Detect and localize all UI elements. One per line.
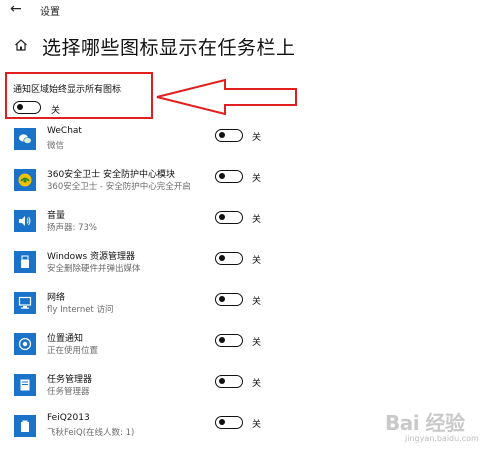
network-icon <box>14 292 36 314</box>
app-toggle-switch[interactable] <box>215 375 243 388</box>
task-manager-icon <box>14 374 36 396</box>
app-toggle-switch[interactable] <box>215 293 243 306</box>
app-description: 正在使用位置 <box>47 346 99 356</box>
app-description: 360安全卫士 - 安全防护中心完全开启 <box>47 182 191 192</box>
app-row: 任务管理器 任务管理器关 <box>0 370 500 411</box>
app-toggle-state: 关 <box>252 379 262 389</box>
master-toggle-state: 关 <box>51 106 61 116</box>
app-toggle-switch[interactable] <box>215 129 243 142</box>
app-toggle-switch[interactable] <box>215 416 243 429</box>
app-description: 任务管理器 <box>47 387 90 397</box>
app-toggle-state: 关 <box>252 297 262 307</box>
app-name: 音量 <box>47 211 66 221</box>
app-name: FeiQ2013 <box>47 413 90 423</box>
app-description: 扬声器: 73% <box>47 223 97 233</box>
app-row: 网络 fly Internet 访问 关 <box>0 288 500 329</box>
feiq-icon <box>14 415 36 437</box>
speaker-icon <box>14 210 36 232</box>
usb-icon <box>14 251 36 273</box>
app-name: 位置通知 <box>47 334 84 344</box>
app-toggle-switch[interactable] <box>215 211 243 224</box>
app-name: Windows 资源管理器 <box>47 252 136 262</box>
watermark-logo: Bai 经验 <box>385 411 465 435</box>
app-name: WeChat <box>47 126 82 136</box>
app-name: 网络 <box>47 293 66 303</box>
window-title: 设置 <box>40 7 60 18</box>
app-description: 飞秋FeiQ(在线人数: 1) <box>47 428 135 438</box>
wechat-icon <box>14 128 36 150</box>
annotation-arrow-icon <box>156 78 297 116</box>
app-description: 微信 <box>47 141 65 151</box>
app-toggle-switch[interactable] <box>215 170 243 183</box>
app-toggle-state: 关 <box>252 215 262 225</box>
app-name: 360安全卫士 安全防护中心模块 <box>47 170 176 180</box>
watermark-url: jingyan.baidu.com <box>405 434 479 443</box>
app-toggle-state: 关 <box>252 420 262 430</box>
home-icon <box>15 39 27 51</box>
app-toggle-state: 关 <box>252 174 262 184</box>
app-row: 位置通知正在使用位置 关 <box>0 329 500 370</box>
app-row: WeChat 微信 关 <box>0 124 500 165</box>
app-row: 音量扬声器: 73% 关 <box>0 206 500 247</box>
page-title: 选择哪些图标显示在任务栏上 <box>42 37 296 59</box>
app-toggle-switch[interactable] <box>215 252 243 265</box>
title-bar: ← 设置 <box>0 0 500 22</box>
location-icon <box>14 333 36 355</box>
master-toggle-switch[interactable] <box>13 101 41 114</box>
app-row: 360安全卫士 安全防护中心模块 360安全卫士 - 安全防护中心完全开启 关 <box>0 165 500 206</box>
app-row: Windows 资源管理器 安全删除硬件并弹出媒体 关 <box>0 247 500 288</box>
back-arrow-icon[interactable]: ← <box>10 0 22 18</box>
app-toggle-switch[interactable] <box>215 334 243 347</box>
app-toggle-state: 关 <box>252 338 262 348</box>
app-name: 任务管理器 <box>47 375 93 385</box>
baidu-watermark: Bai 经验 jingyan.baidu.com <box>385 407 495 447</box>
app-toggle-state: 关 <box>252 256 262 266</box>
shield-360-icon <box>14 169 36 191</box>
app-description: fly Internet 访问 <box>47 305 114 315</box>
app-description: 安全删除硬件并弹出媒体 <box>47 264 141 274</box>
master-toggle-label: 通知区域始终显示所有图标 <box>13 85 122 95</box>
app-toggle-state: 关 <box>252 133 262 143</box>
